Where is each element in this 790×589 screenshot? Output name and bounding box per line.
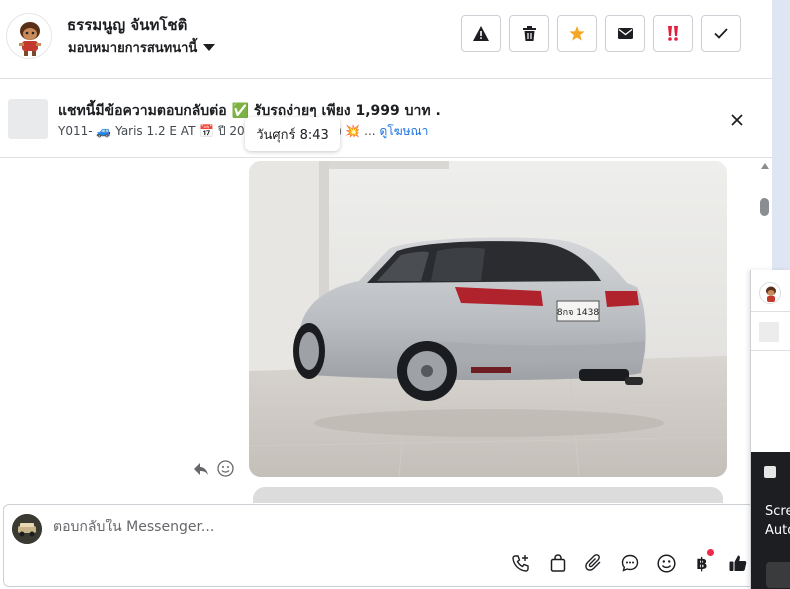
timestamp-tooltip: วันศุกร์ 8:43 [245, 117, 340, 151]
urgent-icon [668, 26, 678, 41]
baht-icon: ฿ [696, 553, 708, 573]
side-divider-2 [751, 350, 790, 351]
chat-bubble-icon [621, 554, 639, 572]
mark-unread-button[interactable] [605, 15, 645, 52]
phone-plus-icon [512, 555, 529, 572]
contact-avatar[interactable] [6, 13, 52, 59]
thumbs-up-button[interactable] [728, 553, 748, 573]
app-icon [764, 466, 776, 478]
side-panel-preview: Scre Auto [750, 270, 790, 589]
star-button[interactable] [557, 15, 597, 52]
warning-icon [473, 26, 489, 41]
ad-subtitle: Y011- 🚙 Yaris 1.2 E AT 📅 ปี 2017 ชิ้น | … [58, 122, 428, 141]
call-button[interactable] [511, 553, 531, 573]
view-ad-link[interactable]: ดูโฆษณา [379, 124, 428, 138]
react-emoji-icon[interactable] [217, 460, 234, 477]
conversation-pane: ธรรมนูญ จันทโชติ มอบหมายการสนทนานี้ แชทน… [0, 0, 772, 589]
reply-icon[interactable] [193, 461, 209, 477]
assign-label: มอบหมายการสนทนานี้ [68, 41, 198, 56]
check-icon [714, 28, 728, 39]
conversation-header: ธรรมนูญ จันทโชติ มอบหมายการสนทนานี้ [0, 0, 772, 79]
thumbs-up-icon [729, 555, 747, 571]
caret-down-icon [203, 44, 216, 51]
payment-button[interactable]: ฿ [692, 553, 712, 573]
popup-button[interactable] [766, 562, 790, 588]
assign-conversation-dropdown[interactable]: มอบหมายการสนทนานี้ [68, 37, 216, 58]
mark-done-button[interactable] [701, 15, 741, 52]
message-list[interactable]: 8กจ 1438 [0, 159, 772, 503]
smiley-icon [656, 553, 676, 573]
emoji-button[interactable] [656, 553, 676, 573]
ad-subtitle-prefix: Y011- 🚙 Yaris 1.2 E AT 📅 ปี 2017 [58, 124, 260, 138]
close-context-button[interactable] [726, 109, 748, 131]
paperclip-icon [585, 554, 601, 571]
attach-button[interactable] [584, 553, 604, 573]
spam-button[interactable] [461, 15, 501, 52]
close-icon [731, 114, 743, 126]
side-contact-avatar [759, 282, 781, 304]
follow-up-button[interactable] [653, 15, 693, 52]
contact-name[interactable]: ธรรมนูญ จันทโชติ [67, 13, 187, 37]
popup-line-2: Auto [765, 523, 790, 538]
shopping-bag-icon [550, 554, 566, 572]
car-photo-attachment[interactable]: 8กจ 1438 [249, 161, 727, 477]
license-plate-text: 8กจ 1438 [557, 308, 599, 318]
scrollbar-thumb[interactable] [760, 198, 769, 216]
ad-thumbnail [8, 99, 48, 139]
screen-share-popup: Scre Auto [751, 452, 790, 589]
delete-button[interactable] [509, 15, 549, 52]
reply-composer: ฿ [3, 504, 770, 587]
envelope-icon [617, 28, 633, 39]
notification-dot [707, 549, 714, 556]
next-photo-attachment[interactable] [253, 487, 723, 503]
star-icon [569, 26, 585, 41]
shop-button[interactable] [548, 553, 568, 573]
scroll-up-arrow[interactable] [761, 163, 769, 169]
popup-line-1: Scre [765, 504, 790, 519]
popup-text: Scre Auto [765, 502, 790, 540]
page-avatar [12, 514, 42, 544]
side-ad-thumbnail [759, 322, 779, 342]
ad-context-bar: แชทนี้มีข้อความตอบกลับต่อ ✅ รับรถง่ายๆ เ… [0, 80, 772, 158]
reply-input[interactable] [53, 519, 503, 535]
trash-icon [522, 26, 536, 41]
side-divider [751, 311, 790, 312]
browser-scroll-strip [772, 0, 790, 270]
inbox-app: ธรรมนูญ จันทโชติ มอบหมายการสนทนานี้ แชทน… [0, 0, 790, 589]
saved-replies-button[interactable] [620, 553, 640, 573]
